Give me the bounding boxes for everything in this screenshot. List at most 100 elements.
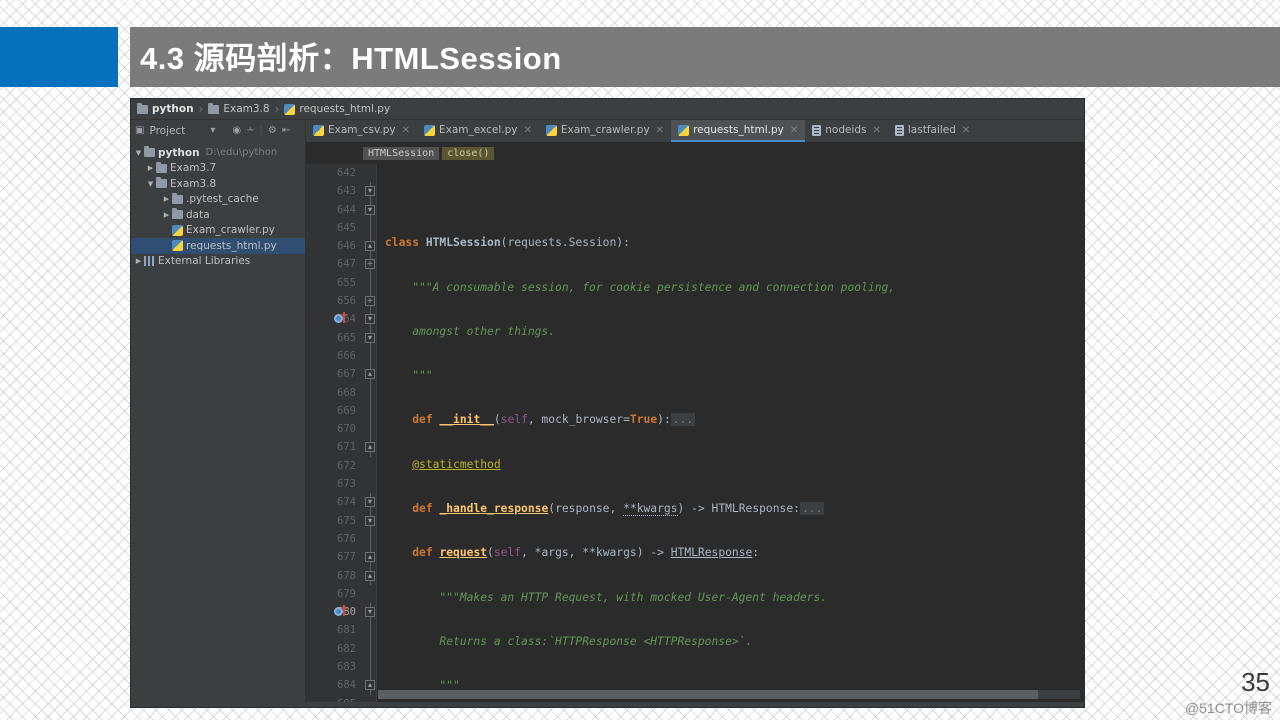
tree-node-exam37[interactable]: ▶ Exam3.7: [131, 161, 305, 177]
tree-node-label: data: [186, 208, 210, 221]
fold-spacer: [363, 658, 376, 677]
fold-marker-collapsed-handle[interactable]: +: [363, 292, 376, 311]
line-number: 667: [337, 368, 356, 381]
navigation-breadcrumb-bar: python Exam3.8 requests_html.py: [131, 99, 1084, 120]
collapse-all-icon[interactable]: ∸: [246, 126, 254, 136]
tree-node-external-libraries[interactable]: ▶ External Libraries: [131, 254, 305, 270]
fold-marker-collapsed-init[interactable]: +: [363, 255, 376, 275]
project-panel-header[interactable]: ▣ Project ▾ ◉ ∸ | ⚙ ⇤: [131, 120, 306, 142]
settings-icon[interactable]: ⚙: [268, 126, 277, 136]
tree-node-data[interactable]: ▶ data: [131, 207, 305, 223]
fold-marker-browser[interactable]: ▾: [363, 493, 376, 512]
tree-node-label: .pytest_cache: [186, 193, 259, 206]
tab-requests-html[interactable]: requests_html.py ✕: [671, 120, 806, 142]
line-number: 642: [337, 167, 356, 179]
close-icon[interactable]: ✕: [523, 125, 531, 136]
line-number: 676: [337, 532, 356, 545]
tab-lastfailed[interactable]: lastfailed ✕: [888, 120, 977, 142]
project-panel-title: Project: [149, 125, 186, 137]
fold-spacer: [363, 218, 376, 238]
close-icon[interactable]: ✕: [402, 125, 410, 136]
tab-label: nodeids: [825, 124, 867, 136]
tab-label: Exam_excel.py: [439, 124, 518, 136]
fold-marker-end[interactable]: ▴: [363, 548, 376, 567]
tree-node-exam38[interactable]: ▼ Exam3.8: [131, 176, 305, 192]
breadcrumb-item-python[interactable]: python: [137, 102, 194, 115]
code-folding-gutter: ▾ ▾ ▴ + + ▾ ▾ ▴ ▴ ▾ ▾ ▴ ▴ ▾ ▴: [363, 164, 377, 702]
line-number: 645: [337, 221, 356, 234]
breadcrumb-method-close[interactable]: close(): [442, 147, 495, 160]
chevron-down-icon[interactable]: ▾: [210, 126, 215, 136]
line-number: 668: [337, 386, 356, 399]
chevron-down-icon[interactable]: ▼: [145, 180, 156, 188]
folder-icon: [156, 161, 167, 173]
fold-marker-end[interactable]: ▴: [363, 676, 376, 695]
title-accent-block: [0, 27, 118, 87]
line-number: 674: [337, 496, 356, 509]
line-number: 666: [337, 349, 356, 362]
chevron-right-icon[interactable]: ▶: [133, 257, 144, 265]
tree-node-exam-crawler[interactable]: Exam_crawler.py: [131, 223, 305, 239]
chevron-down-icon[interactable]: ▼: [133, 149, 144, 157]
tab-nodeids[interactable]: nodeids ✕: [805, 120, 888, 142]
fold-spacer: [363, 383, 376, 403]
line-number: 679: [337, 587, 356, 600]
fold-marker-close[interactable]: ▾: [363, 603, 376, 622]
close-icon[interactable]: ✕: [962, 125, 970, 136]
tree-node-pytest-cache[interactable]: ▶ .pytest_cache: [131, 192, 305, 208]
close-icon[interactable]: ✕: [873, 125, 881, 136]
status-bar: [131, 702, 1084, 707]
fold-marker-class[interactable]: ▾: [363, 182, 376, 201]
override-method-icon[interactable]: [334, 605, 347, 619]
fold-marker-docstring[interactable]: ▾: [363, 200, 376, 220]
breadcrumb-class-htmlsession[interactable]: HTMLSession: [363, 147, 440, 160]
python-file-icon: [545, 124, 557, 136]
line-number: 673: [337, 478, 356, 491]
tree-node-requests-html[interactable]: requests_html.py: [131, 238, 305, 254]
close-icon[interactable]: ✕: [656, 125, 664, 136]
fold-marker-request[interactable]: ▾: [363, 310, 376, 329]
fold-marker-end[interactable]: ▴: [363, 438, 376, 458]
chevron-right-icon[interactable]: ▶: [161, 195, 172, 203]
hide-icon[interactable]: ⇤: [282, 126, 290, 136]
code-line-656: def _handle_response(response, **kwargs)…: [412, 502, 825, 517]
override-method-icon[interactable]: [334, 312, 347, 326]
horizontal-scrollbar[interactable]: [378, 690, 1080, 699]
fold-spacer: [363, 529, 376, 549]
project-tree: ▼ python D:\edu\python ▶ Exam3.7 ▼ Exam3…: [131, 142, 306, 702]
fold-marker-end[interactable]: ▴: [363, 365, 376, 384]
tree-node-path: D:\edu\python: [205, 147, 278, 159]
close-icon[interactable]: ✕: [790, 125, 798, 136]
line-number: 684: [337, 679, 356, 692]
fold-marker-if[interactable]: ▾: [363, 511, 376, 531]
fold-marker-docstring[interactable]: ▾: [363, 328, 376, 348]
tree-node-python[interactable]: ▼ python D:\edu\python: [131, 145, 305, 161]
chevron-right-icon[interactable]: ▶: [145, 164, 156, 172]
tab-exam-excel[interactable]: Exam_excel.py ✕: [417, 120, 539, 142]
toolbar-row: ▣ Project ▾ ◉ ∸ | ⚙ ⇤ Exam_csv.py ✕ Exam…: [131, 120, 1084, 142]
tab-label: requests_html.py: [693, 124, 784, 136]
fold-spacer: [363, 401, 376, 421]
code-line-666: Returns a class:`HTTPResponse <HTTPRespo…: [385, 634, 753, 648]
chevron-right-icon[interactable]: ▶: [161, 211, 172, 219]
scrollbar-thumb[interactable]: [378, 690, 1038, 699]
code-area: 642 643 644 645 646 647 655 656 664 665 …: [306, 164, 1084, 702]
breadcrumb-item-requests-html[interactable]: requests_html.py: [270, 102, 390, 116]
tab-exam-crawler[interactable]: Exam_crawler.py ✕: [539, 120, 671, 142]
code-line-647: def __init__(self, mock_browser=True):..…: [412, 413, 696, 427]
fold-marker-end[interactable]: ▴: [363, 566, 376, 586]
fold-spacer: [363, 420, 376, 439]
code-editor[interactable]: HTMLSession close() 642 643 644 645 646 …: [306, 142, 1084, 702]
target-icon[interactable]: ◉: [232, 126, 241, 136]
code-line-664: def request(self, *args, **kwargs) -> HT…: [412, 546, 760, 560]
project-view-icon: ▣: [135, 125, 145, 136]
line-number: 670: [337, 423, 356, 436]
breadcrumb-item-exam38[interactable]: Exam3.8: [194, 102, 270, 116]
line-number: 644: [337, 203, 356, 216]
fold-marker-end[interactable]: ▴: [363, 237, 376, 256]
source-code[interactable]: class HTMLSession(requests.Session): """…: [377, 164, 1084, 702]
tab-exam-csv[interactable]: Exam_csv.py ✕: [306, 120, 417, 142]
